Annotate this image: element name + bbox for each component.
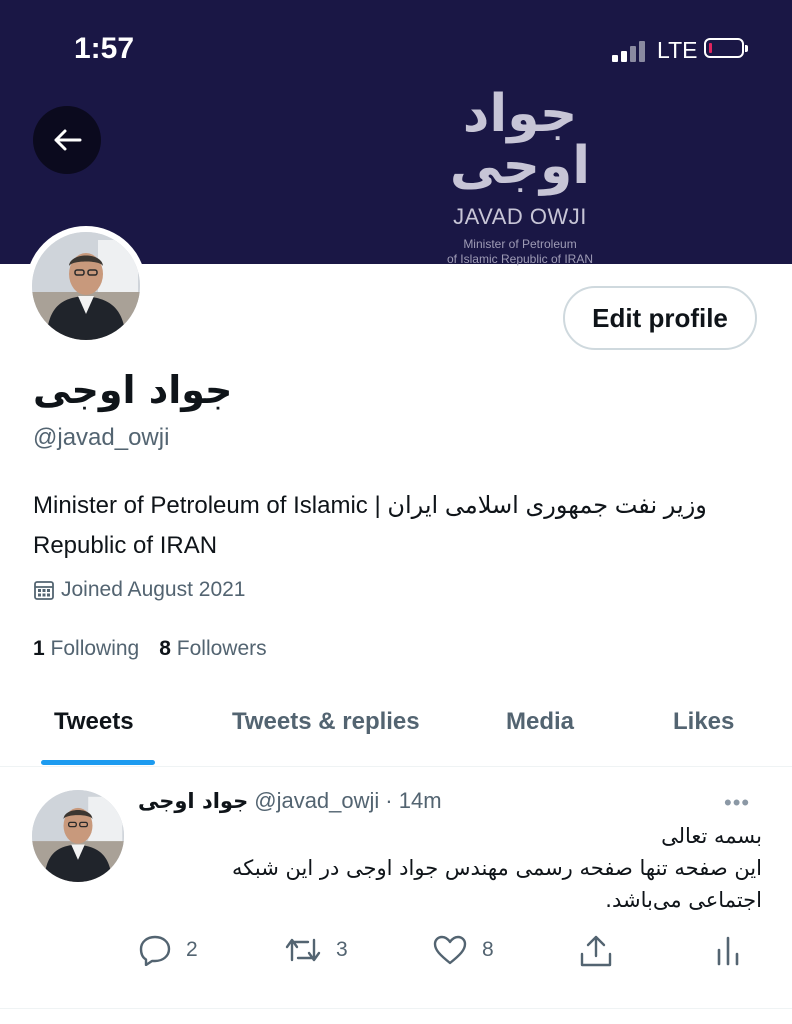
tweet-text-line-2: این صفحه تنها صفحه رسمی مهندس جواد اوجی … bbox=[232, 856, 762, 912]
followers-link[interactable]: 8 Followers bbox=[159, 637, 266, 661]
analytics-button[interactable] bbox=[714, 934, 742, 966]
following-count: 1 bbox=[33, 637, 45, 660]
reply-icon bbox=[139, 935, 171, 966]
arrow-left-icon bbox=[54, 129, 82, 151]
edit-profile-button[interactable]: Edit profile bbox=[563, 286, 757, 350]
followers-count: 8 bbox=[159, 637, 171, 660]
follow-stats: 1 Following 8 Followers bbox=[33, 637, 267, 661]
like-button[interactable]: 8 bbox=[432, 934, 494, 966]
banner-logo-english: JAVAD OWJI bbox=[453, 204, 587, 229]
heart-icon bbox=[433, 935, 467, 965]
back-button[interactable] bbox=[33, 106, 101, 174]
tweet-text: بسمه تعالی این صفحه تنها صفحه رسمی مهندس… bbox=[180, 820, 762, 916]
following-link[interactable]: 1 Following bbox=[33, 637, 139, 661]
avatar-photo bbox=[32, 232, 140, 340]
banner-logo-subtitle-2: of Islamic Republic of IRAN bbox=[446, 252, 594, 266]
active-tab-indicator bbox=[41, 760, 155, 765]
tab-media[interactable]: Media bbox=[506, 708, 574, 736]
banner-logo-subtitle-1: Minister of Petroleum bbox=[463, 237, 577, 251]
reply-button[interactable]: 2 bbox=[138, 934, 198, 966]
tweet-author-name[interactable]: جواد اوجی bbox=[138, 789, 248, 813]
tweet-avatar[interactable] bbox=[32, 790, 124, 882]
profile-bio: Minister of Petroleum of Islamic | وزیر … bbox=[33, 492, 707, 559]
profile-avatar[interactable] bbox=[26, 226, 146, 346]
profile-tabs: Tweets Tweets & replies Media Likes bbox=[0, 694, 792, 767]
like-count: 8 bbox=[482, 938, 494, 961]
tweet-author-handle[interactable]: @javad_owji bbox=[254, 788, 379, 814]
joined-label: Joined August 2021 bbox=[61, 578, 246, 601]
followers-label: Followers bbox=[176, 637, 267, 660]
profile-handle: @javad_owji bbox=[33, 424, 170, 451]
banner-logo: جواد اوجی JAVAD OWJI Minister of Petrole… bbox=[430, 88, 610, 267]
tab-tweets[interactable]: Tweets bbox=[54, 708, 134, 736]
tweet-header: جواد اوجی @javad_owji · 14m bbox=[138, 788, 442, 814]
joined-date: Joined August 2021 bbox=[33, 578, 246, 602]
banner-logo-persian: جواد اوجی bbox=[449, 84, 591, 196]
retweet-count: 3 bbox=[336, 938, 348, 961]
analytics-icon bbox=[717, 936, 739, 966]
following-label: Following bbox=[50, 637, 140, 660]
tweet-text-line-1: بسمه تعالی bbox=[661, 824, 762, 848]
battery-icon bbox=[704, 38, 748, 58]
tweet-time[interactable]: · 14m bbox=[385, 788, 441, 814]
tweet[interactable]: جواد اوجی @javad_owji · 14m ••• بسمه تعا… bbox=[0, 768, 792, 1009]
signal-strength-icon bbox=[612, 41, 645, 62]
retweet-button[interactable]: 3 bbox=[284, 934, 348, 966]
share-icon bbox=[580, 935, 612, 967]
share-button[interactable] bbox=[578, 934, 614, 968]
profile-name: جواد اوجی bbox=[33, 368, 233, 412]
tweet-actions: 2 3 8 bbox=[0, 934, 792, 974]
calendar-icon bbox=[34, 581, 54, 600]
more-options-icon[interactable]: ••• bbox=[724, 790, 750, 816]
reply-count: 2 bbox=[186, 938, 198, 961]
tab-tweets-and-replies[interactable]: Tweets & replies bbox=[232, 708, 420, 736]
retweet-icon bbox=[285, 938, 321, 962]
tab-likes[interactable]: Likes bbox=[673, 708, 734, 736]
network-type: LTE bbox=[657, 37, 698, 63]
status-bar-time: 1:57 bbox=[74, 32, 135, 65]
